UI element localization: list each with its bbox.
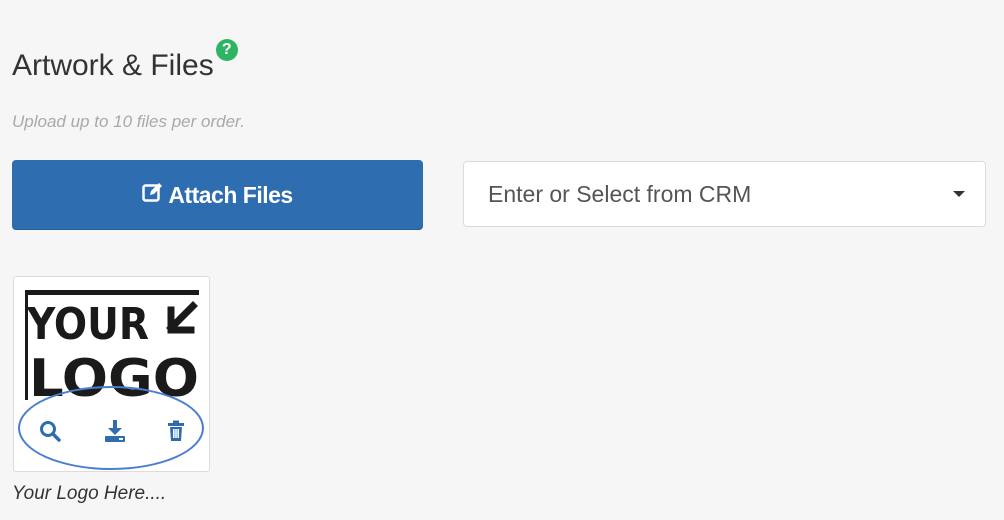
edit-icon [142, 181, 168, 209]
artwork-files-panel: Artwork & Files ? Upload up to 10 files … [0, 0, 1004, 520]
search-icon[interactable] [38, 419, 62, 443]
file-thumbnail-card[interactable]: YOUR LOGO [13, 276, 210, 472]
caret-down-icon [953, 191, 965, 197]
trash-icon[interactable] [164, 419, 188, 443]
attach-files-button[interactable]: Attach Files [12, 160, 423, 230]
logo-text-bottom: LOGO [29, 349, 199, 400]
file-actions [14, 407, 209, 451]
logo-thumbnail-image: YOUR LOGO [25, 290, 199, 400]
download-icon[interactable] [103, 419, 127, 443]
crm-select-placeholder: Enter or Select from CRM [488, 180, 752, 207]
crm-select[interactable]: Enter or Select from CRM [463, 161, 986, 227]
section-header: Artwork & Files ? [12, 38, 238, 94]
help-icon[interactable]: ? [215, 39, 238, 61]
file-name: Your Logo Here.... [12, 483, 167, 504]
attach-files-label: Attach Files [168, 181, 293, 208]
logo-text-top: YOUR [26, 299, 149, 350]
upload-hint: Upload up to 10 files per order. [12, 112, 245, 131]
section-title: Artwork & Files [12, 49, 214, 82]
